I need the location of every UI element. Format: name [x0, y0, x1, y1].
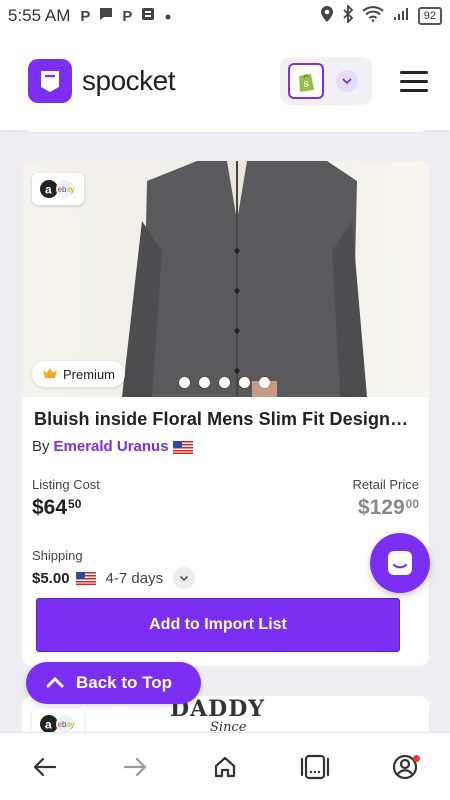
brand-name[interactable]: spocket — [82, 65, 176, 97]
listing-cost-block: Listing Cost $6450 — [32, 477, 100, 520]
store-switcher[interactable]: S — [280, 57, 372, 105]
price-row: Listing Cost $6450 Retail Price $12900 — [22, 477, 429, 520]
account-icon[interactable] — [383, 745, 427, 789]
status-system-icons: 92 — [320, 3, 442, 28]
chat-icon — [388, 551, 412, 575]
parking-icon: P — [122, 7, 133, 25]
retail-price-label: Retail Price — [352, 477, 419, 492]
svg-text:a: a — [45, 718, 52, 732]
back-arrow-icon[interactable] — [23, 745, 67, 789]
shipping-chevron-down-icon[interactable] — [173, 567, 196, 589]
status-time: 5:55 AM — [8, 6, 71, 25]
chevron-down-icon — [336, 70, 358, 92]
svg-text:a: a — [45, 183, 52, 197]
shipping-block: Shipping $5.00 4-7 days — [22, 548, 429, 589]
us-flag-icon — [75, 570, 96, 587]
tabs-icon[interactable] — [293, 745, 337, 789]
by-label: By — [32, 438, 50, 455]
retail-price-block: Retail Price $12900 — [353, 477, 419, 520]
listing-cost-value: $6450 — [32, 496, 82, 519]
browser-navigation-bar — [0, 732, 450, 800]
app-header: spocket S — [0, 32, 450, 130]
notification-dot — [413, 754, 420, 762]
add-to-import-list-button[interactable]: Add to Import List — [36, 598, 400, 652]
previous-product-card — [22, 118, 428, 132]
us-flag-icon — [172, 438, 193, 455]
product-title[interactable]: Bluish inside Floral Mens Slim Fit Desig… — [22, 409, 429, 430]
back-to-top-label: Back to Top — [76, 673, 173, 692]
battery-icon: 92 — [417, 7, 442, 25]
back-to-top-button[interactable]: Back to Top — [26, 662, 201, 704]
chat-support-button[interactable] — [370, 533, 430, 593]
bluetooth-icon — [342, 3, 354, 28]
svg-text:y: y — [71, 185, 75, 194]
signal-icon — [392, 6, 410, 27]
carousel-dots[interactable] — [179, 377, 270, 388]
carousel-dot[interactable] — [259, 377, 270, 388]
forward-arrow-icon[interactable] — [113, 745, 157, 789]
svg-text:y: y — [71, 720, 75, 729]
amazon-ebay-icon: aebay — [32, 173, 84, 205]
shipping-label: Shipping — [32, 548, 83, 563]
shopify-icon: S — [288, 63, 324, 99]
spocket-logo-icon[interactable] — [28, 59, 72, 103]
product-image[interactable]: aebay Premium — [22, 161, 429, 397]
status-notifications: P P — [80, 6, 172, 27]
status-bar: 5:55 AM P P 92 — [0, 0, 450, 32]
wifi-icon — [362, 5, 384, 27]
news-icon — [140, 6, 156, 27]
product-card[interactable]: aebay Premium Bluish inside Floral Mens … — [22, 161, 429, 666]
premium-badge: Premium — [32, 361, 126, 387]
hamburger-menu-icon[interactable] — [400, 70, 428, 92]
carousel-dot[interactable] — [199, 377, 210, 388]
home-icon[interactable] — [203, 745, 247, 789]
carousel-dot[interactable] — [219, 377, 230, 388]
crown-icon — [42, 367, 58, 382]
carousel-dot[interactable] — [239, 377, 250, 388]
shipping-info: $5.00 4-7 days — [32, 567, 419, 589]
dot-icon — [164, 6, 172, 26]
carousel-dot[interactable] — [179, 377, 190, 388]
chevron-up-icon — [46, 673, 64, 693]
listing-cost-label: Listing Cost — [32, 477, 100, 492]
shipping-days: 4-7 days — [105, 569, 164, 587]
chat-bubble-icon — [98, 6, 114, 27]
parking-icon: P — [80, 7, 91, 25]
svg-text:S: S — [304, 80, 310, 89]
premium-label: Premium — [63, 366, 116, 382]
supplier-line: By Emerald Uranus — [22, 438, 429, 455]
shipping-cost: $5.00 — [32, 569, 70, 587]
retail-price-value: $12900 — [357, 496, 419, 519]
location-icon — [320, 5, 334, 28]
supplier-link[interactable]: Emerald Uranus — [54, 438, 169, 455]
